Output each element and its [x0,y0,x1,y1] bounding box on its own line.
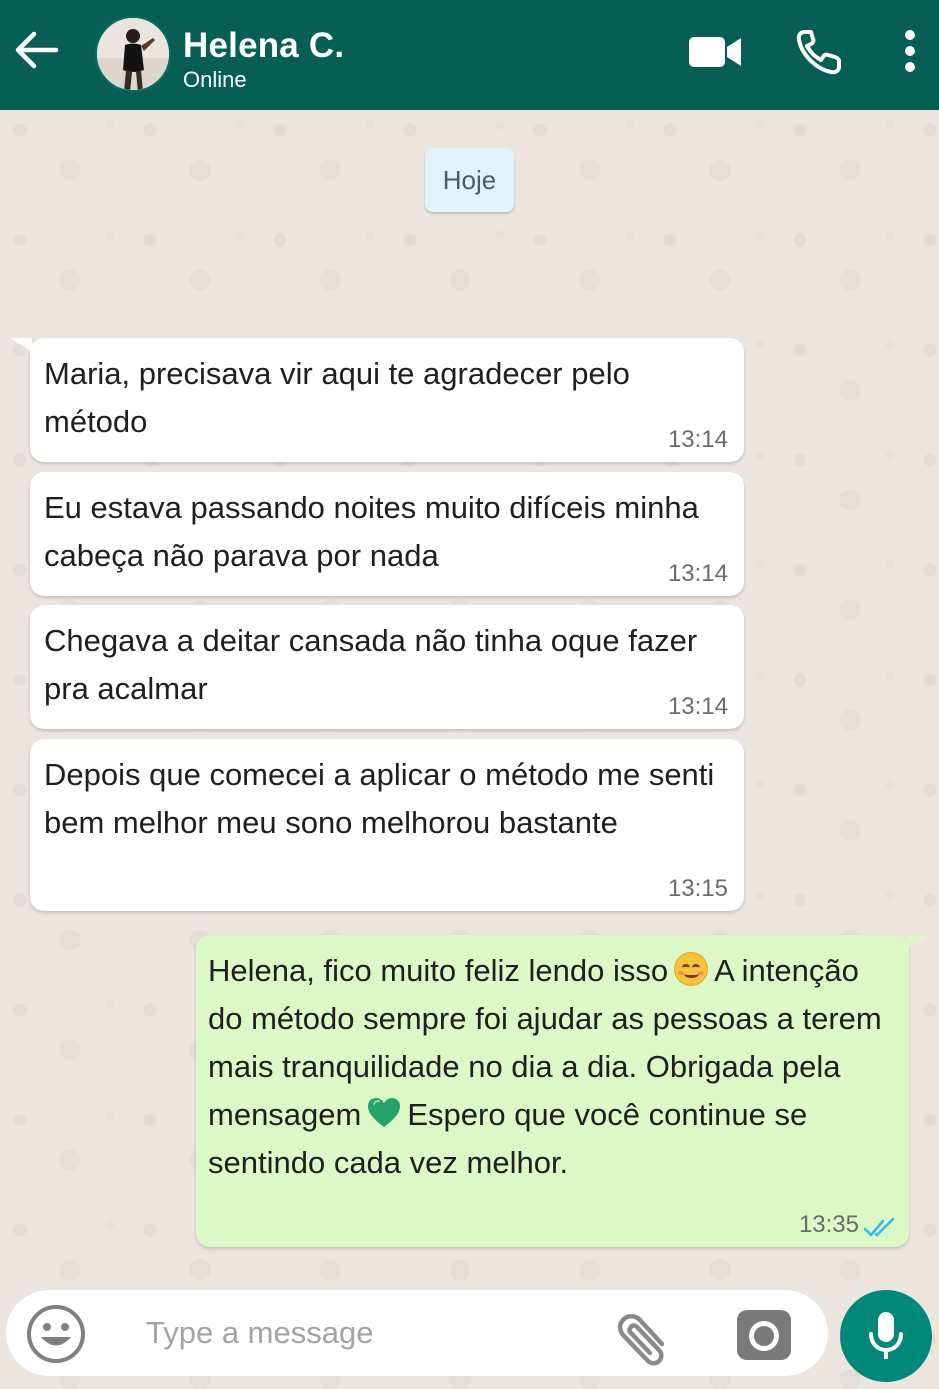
message-incoming[interactable]: Eu estava passando noites muito difíceis… [30,472,744,596]
contact-status: Online [183,67,247,92]
smiley-icon [27,1305,85,1363]
message-input[interactable] [146,1308,566,1358]
date-separator: Hoje [425,148,514,212]
avatar[interactable] [95,16,171,92]
attach-button[interactable] [610,1304,676,1366]
message-list[interactable]: Hoje Maria, precisava vir aqui te agrade… [0,110,939,1290]
message-text: Chegava a deitar cansada não tinha oque … [44,623,698,706]
voice-call-button[interactable] [793,26,845,78]
camera-button[interactable] [734,1306,794,1364]
bubble-tail [10,338,32,352]
voice-message-button[interactable] [840,1290,932,1382]
message-text: Depois que comecei a aplicar o método me… [44,757,715,840]
contact-name[interactable]: Helena C. [183,26,344,66]
message-incoming[interactable]: Maria, precisava vir aqui te agradecer p… [10,338,744,462]
bubble-tail [907,935,929,949]
message-time: 13:14 [667,426,728,453]
chat-header: Helena C. Online [0,0,939,110]
paperclip-icon [617,1314,665,1366]
contact-photo [97,18,169,90]
arrow-left-icon [15,31,59,69]
message-composer [6,1290,828,1376]
menu-button[interactable] [896,28,924,74]
message-incoming[interactable]: Chegava a deitar cansada não tinha oque … [30,605,744,729]
smiling-face-emoji [674,952,709,986]
phone-icon [796,30,841,75]
message-time: 13:14 [667,693,728,720]
message-text: Maria, precisava vir aqui te agradecer p… [44,356,630,439]
video-call-button[interactable] [686,30,744,74]
double-check-icon [863,1217,895,1237]
message-text: Eu estava passando noites muito difíceis… [44,490,699,573]
message-time: 13:14 [667,560,728,587]
message-time: 13:15 [667,875,728,902]
back-button[interactable] [10,28,62,72]
green-heart-emoji [367,1096,401,1130]
camera-icon [737,1310,791,1360]
emoji-button[interactable] [26,1304,86,1364]
message-text-part: Helena, fico muito feliz lendo isso [208,953,669,988]
video-camera-icon [689,37,741,67]
message-incoming[interactable]: Depois que comecei a aplicar o método me… [30,739,744,911]
message-time: 13:35 [798,1211,859,1238]
more-vertical-icon [905,30,915,72]
microphone-icon [869,1312,903,1359]
message-outgoing[interactable]: Helena, fico muito feliz lendo isso A int… [196,935,929,1247]
